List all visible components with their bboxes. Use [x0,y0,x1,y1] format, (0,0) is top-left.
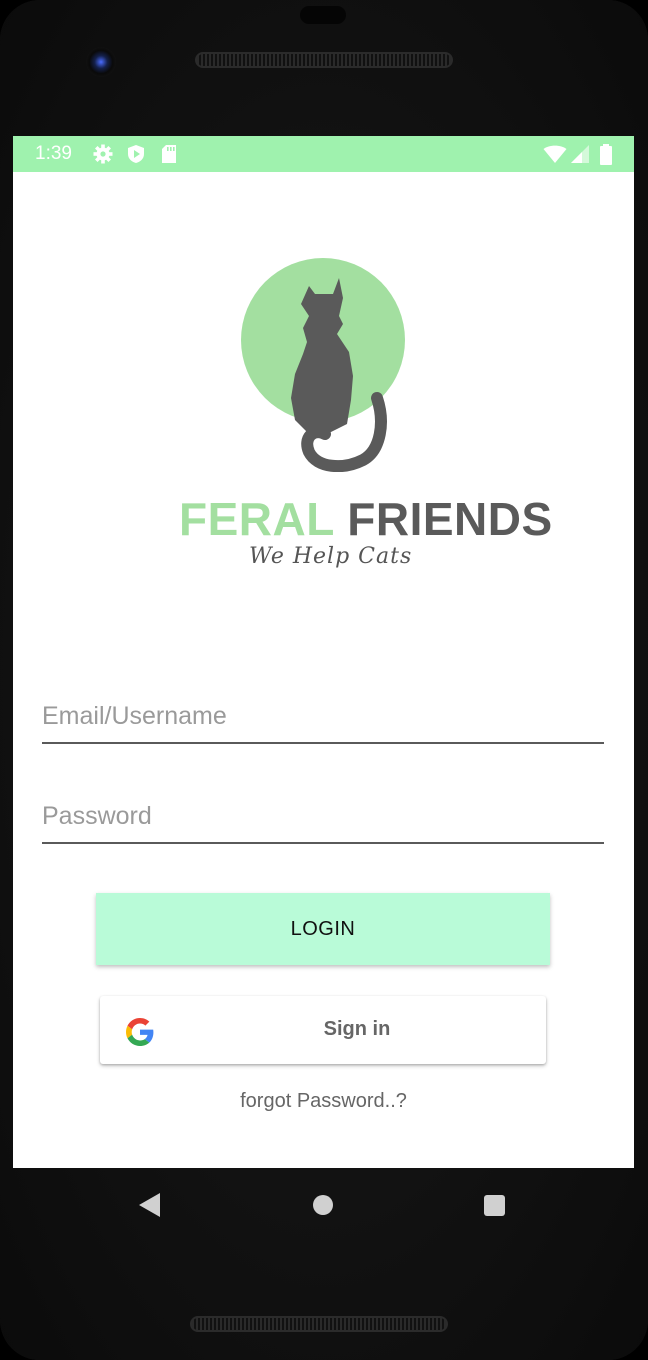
status-time: 1:39 [35,143,72,164]
email-field[interactable] [42,690,604,744]
forgot-password-link[interactable]: forgot Password..? [13,1090,634,1113]
status-bar: 1:39 [13,136,634,172]
email-input[interactable] [42,690,604,742]
recents-icon[interactable] [484,1195,505,1216]
back-icon[interactable] [138,1192,162,1218]
google-sign-in-button[interactable]: Sign in [100,996,546,1064]
cat-logo-icon [291,278,387,472]
brand-name-friends: FRIENDS [347,493,553,545]
login-content: FERAL FRIENDS We Help Cats LOGIN [13,172,634,1168]
brand-name-feral: FERAL [179,493,334,545]
password-input[interactable] [42,790,604,842]
battery-icon [600,144,612,165]
front-camera [86,47,116,77]
login-button[interactable]: LOGIN [96,893,550,965]
home-icon[interactable] [313,1195,333,1215]
device-frame: 1:39 FERAL FRIENDS We Help Cats Email/Us… [0,0,648,1360]
google-sign-in-label: Sign in [323,1018,391,1040]
sd-card-icon [162,145,176,163]
gear-icon [93,144,113,164]
app-screen: 1:39 FERAL FRIENDS We Help Cats Email/Us… [13,136,634,1168]
device-notch [300,6,346,24]
signal-icon [571,145,589,163]
password-field[interactable] [42,790,604,844]
top-speaker-grille [195,52,453,68]
system-nav-bar [0,1168,648,1240]
brand-name: FERAL FRIENDS [179,492,553,546]
wifi-icon [543,145,567,163]
play-protect-icon [128,145,144,163]
bottom-speaker-grille [190,1316,448,1332]
login-button-label: LOGIN [290,917,356,940]
brand-tagline: We Help Cats [249,544,413,569]
